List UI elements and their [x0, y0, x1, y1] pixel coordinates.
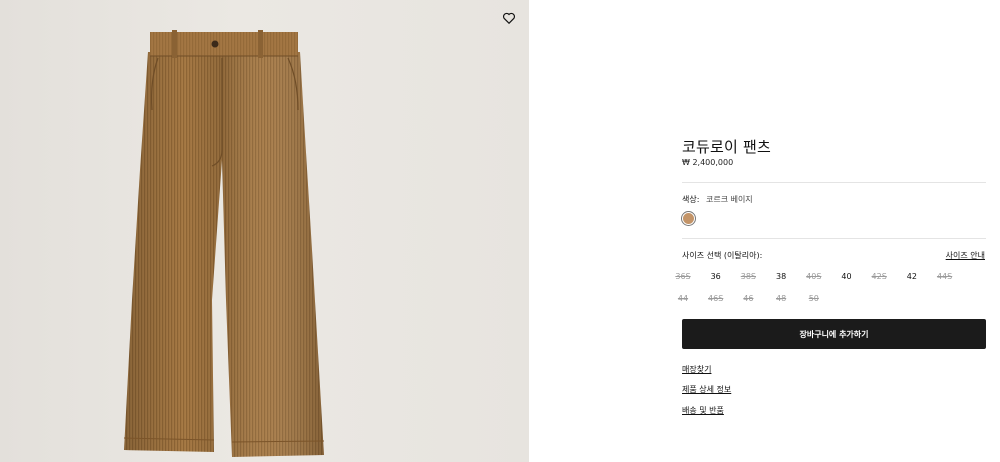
size-option: 42S	[871, 272, 887, 281]
product-price: ₩ 2,400,000	[682, 158, 734, 167]
size-option: 44	[677, 294, 689, 303]
corduroy-pants-photo	[123, 30, 325, 457]
size-option: 40S	[806, 272, 822, 281]
color-swatch[interactable]	[682, 212, 695, 225]
size-label: 사이즈 선택 (이탈리아):	[682, 251, 763, 260]
size-option: 50	[808, 294, 819, 303]
product-info-panel: 코듀로이 팬츠 ₩ 2,400,000 색상: 코르크 베이지 사이즈 선택 (…	[529, 0, 1000, 462]
store-finder-link[interactable]: 매장찾기	[682, 364, 711, 375]
size-option: 46	[743, 294, 754, 303]
product-details-link[interactable]: 제품 상세 정보	[682, 384, 731, 395]
size-option: 36S	[675, 272, 691, 281]
product-page: 코듀로이 팬츠 ₩ 2,400,000 색상: 코르크 베이지 사이즈 선택 (…	[0, 0, 1000, 462]
add-to-cart-button[interactable]: 장바구니에 추가하기	[682, 319, 986, 349]
size-option: 48	[776, 294, 787, 303]
heart-icon[interactable]	[502, 10, 516, 25]
size-option[interactable]: 42	[898, 272, 926, 281]
product-title: 코듀로이 팬츠	[682, 138, 771, 156]
size-option[interactable]: 38	[767, 272, 795, 281]
color-row: 색상: 코르크 베이지	[682, 194, 753, 205]
divider	[682, 238, 986, 239]
divider	[682, 182, 986, 183]
shipping-returns-link[interactable]: 배송 및 반품	[682, 405, 724, 416]
size-option: 46S	[708, 294, 724, 303]
size-option: 38S	[740, 272, 757, 281]
color-value: 코르크 베이지	[705, 195, 753, 204]
product-image	[0, 0, 529, 462]
size-option: 44S	[936, 272, 953, 281]
size-option[interactable]: 40	[833, 272, 861, 281]
size-guide-link[interactable]: 사이즈 안내	[946, 250, 985, 261]
size-option[interactable]: 36	[702, 272, 730, 281]
color-label: 색상:	[682, 195, 700, 204]
